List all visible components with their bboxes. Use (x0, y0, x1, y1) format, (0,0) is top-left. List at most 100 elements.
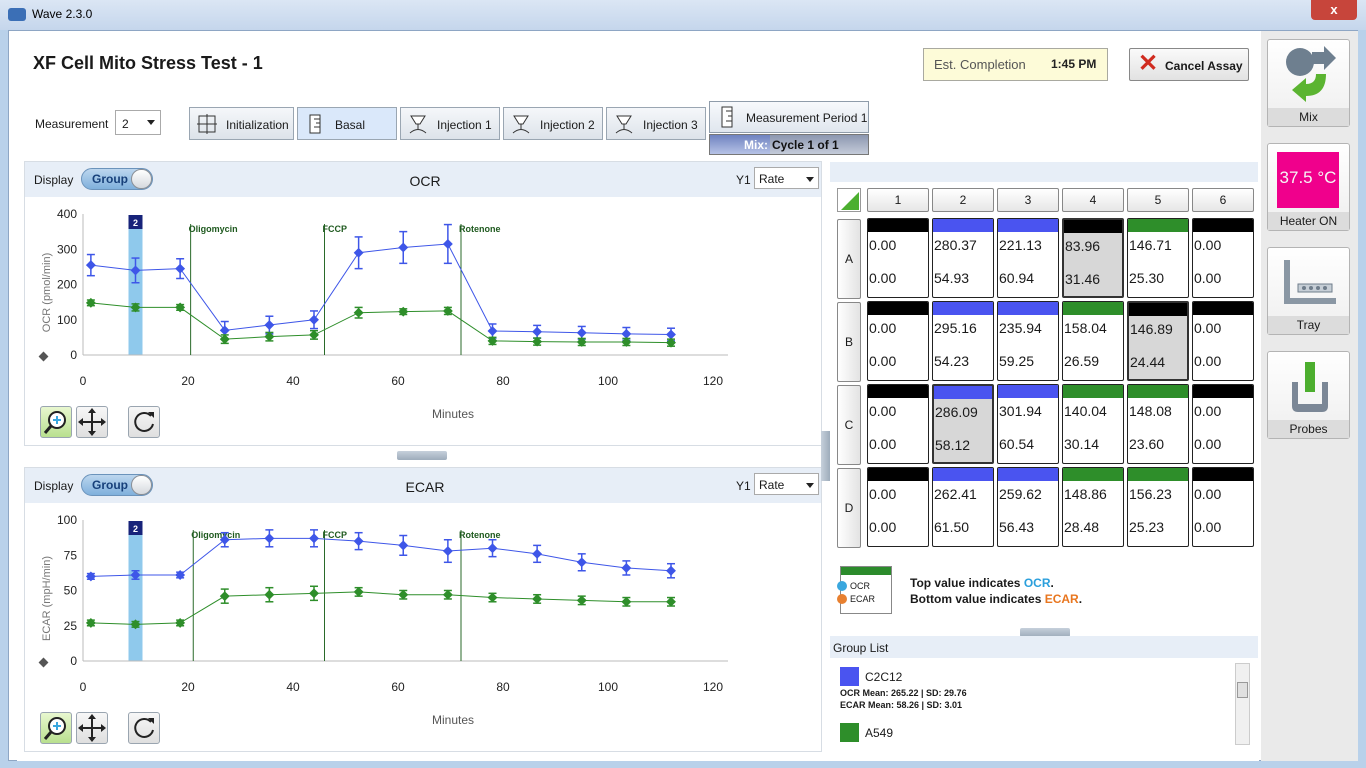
step-injection-2[interactable]: Injection 2 (503, 107, 603, 140)
y1-value: Rate (759, 172, 785, 186)
instrument-sidebar: Mix 37.5 °C Heater ON Tray Probes (1261, 31, 1358, 762)
column-header-1[interactable]: 1 (867, 188, 929, 212)
mix-button[interactable]: Mix (1267, 39, 1350, 127)
legend-ocr-abbr: OCR (850, 581, 870, 591)
pan-button[interactable] (76, 712, 108, 744)
well-ocr-value: 148.08 (1129, 403, 1172, 419)
well-B6[interactable]: 0.00 0.00 (1192, 301, 1254, 381)
plate-corner-select[interactable] (837, 188, 861, 212)
group-list-scrollbar[interactable] (1235, 663, 1250, 745)
ocr-chart[interactable]: 20 20 40 60 80 100 1200100200300400MinutesOCR … (25, 198, 821, 436)
vertical-splitter-handle[interactable] (821, 431, 830, 481)
data-point (666, 565, 676, 576)
row-header-D[interactable]: D (837, 468, 861, 548)
scrollbar-thumb[interactable] (1237, 682, 1248, 698)
column-header-3[interactable]: 3 (997, 188, 1059, 212)
well-D5[interactable]: 156.23 25.23 (1127, 467, 1189, 547)
column-header-6[interactable]: 6 (1192, 188, 1254, 212)
data-point (398, 540, 409, 551)
data-point (264, 533, 275, 544)
step-injection-3[interactable]: Injection 3 (606, 107, 706, 140)
y1-select[interactable]: Rate (754, 473, 819, 495)
well-B2[interactable]: 295.16 54.23 (932, 301, 994, 381)
chevron-down-icon (147, 120, 155, 125)
zoom-button[interactable] (40, 712, 72, 744)
legend-color-bar (841, 567, 891, 575)
group-name[interactable]: A549 (865, 726, 893, 740)
reset-button[interactable] (128, 712, 160, 744)
row-header-B[interactable]: B (837, 302, 861, 382)
column-header-4[interactable]: 4 (1062, 188, 1124, 212)
y-tick-label: 200 (57, 278, 77, 292)
step-label: Injection 1 (437, 118, 492, 132)
measurement-period[interactable]: Measurement Period 1 (709, 101, 869, 133)
column-header-5[interactable]: 5 (1127, 188, 1189, 212)
ecar-panel: Display Group ECAR Y1 Rate 2 0 20 40 60 80 100… (24, 467, 822, 752)
cancel-assay-button[interactable]: ✕ Cancel Assay (1129, 48, 1249, 81)
well-group-color (868, 219, 928, 232)
well-C3[interactable]: 301.94 60.54 (997, 384, 1059, 464)
well-ocr-value: 259.62 (999, 486, 1042, 502)
probes-icon (1292, 362, 1328, 412)
well-ecar-value: 25.23 (1129, 519, 1165, 535)
est-completion-box: Est. Completion 1:45 PM (923, 48, 1108, 81)
y-tick-label: 100 (57, 313, 77, 327)
well-B1[interactable]: 0.00 0.00 (867, 301, 929, 381)
tray-label: Tray (1268, 316, 1349, 334)
x-tick-label: 20 (181, 374, 195, 388)
well-B5[interactable]: 146.89 24.44 (1127, 301, 1189, 381)
well-C1[interactable]: 0.00 0.00 (867, 384, 929, 464)
well-A5[interactable]: 146.71 25.30 (1127, 218, 1189, 298)
data-point (219, 591, 230, 602)
well-ocr-value: 262.41 (934, 486, 977, 502)
well-C6[interactable]: 0.00 0.00 (1192, 384, 1254, 464)
ecar-chart[interactable]: 20 20 40 60 80 100 1200255075100MinutesECAR (m… (25, 504, 821, 742)
well-D6[interactable]: 0.00 0.00 (1192, 467, 1254, 547)
y-tick-label: 300 (57, 242, 77, 256)
probes-button[interactable]: Probes (1267, 351, 1350, 439)
well-C5[interactable]: 148.08 23.60 (1127, 384, 1189, 464)
step-basal[interactable]: Basal (297, 107, 397, 140)
well-A2[interactable]: 280.37 54.93 (932, 218, 994, 298)
chart-splitter-handle[interactable] (397, 451, 447, 460)
zoom-button[interactable] (40, 406, 72, 438)
well-A1[interactable]: 0.00 0.00 (867, 218, 929, 298)
well-D1[interactable]: 0.00 0.00 (867, 467, 929, 547)
data-point (353, 586, 364, 597)
well-D4[interactable]: 148.86 28.48 (1062, 467, 1124, 547)
reset-button[interactable] (128, 406, 160, 438)
well-group-color (1193, 385, 1253, 398)
group-name[interactable]: C2C12 (865, 670, 902, 684)
column-header-2[interactable]: 2 (932, 188, 994, 212)
step-injection-1[interactable]: Injection 1 (400, 107, 500, 140)
step-initialization[interactable]: Initialization (189, 107, 294, 140)
row-header-C[interactable]: C (837, 385, 861, 465)
group-toggle[interactable]: Group (81, 168, 153, 190)
well-D2[interactable]: 262.41 61.50 (932, 467, 994, 547)
well-B3[interactable]: 235.94 59.25 (997, 301, 1059, 381)
tray-button[interactable]: Tray (1267, 247, 1350, 335)
measurement-select[interactable]: 2 (115, 110, 161, 135)
pan-button[interactable] (76, 406, 108, 438)
row-header-A[interactable]: A (837, 219, 861, 299)
well-A6[interactable]: 0.00 0.00 (1192, 218, 1254, 298)
y1-select[interactable]: Rate (754, 167, 819, 189)
step-label: Injection 2 (540, 118, 595, 132)
heater-button[interactable]: 37.5 °C Heater ON (1267, 143, 1350, 231)
well-D3[interactable]: 259.62 56.43 (997, 467, 1059, 547)
well-A3[interactable]: 221.13 60.94 (997, 218, 1059, 298)
group-toggle[interactable]: Group (81, 474, 153, 496)
plate-header-strip (830, 162, 1258, 182)
well-A4[interactable]: 83.96 31.46 (1062, 218, 1124, 298)
well-group-color (1128, 219, 1188, 232)
ecar-chart-title: ECAR (405, 479, 445, 495)
cycle-progress: Mix: Cycle 1 of 1 (709, 134, 869, 155)
well-group-color (868, 385, 928, 398)
well-C2[interactable]: 286.09 58.12 (932, 384, 994, 464)
well-C4[interactable]: 140.04 30.14 (1062, 384, 1124, 464)
well-B4[interactable]: 158.04 26.59 (1062, 301, 1124, 381)
data-point (309, 314, 319, 325)
x-tick-label: 60 (391, 374, 405, 388)
well-ocr-value: 156.23 (1129, 486, 1172, 502)
window-close-button[interactable]: x (1311, 0, 1357, 20)
